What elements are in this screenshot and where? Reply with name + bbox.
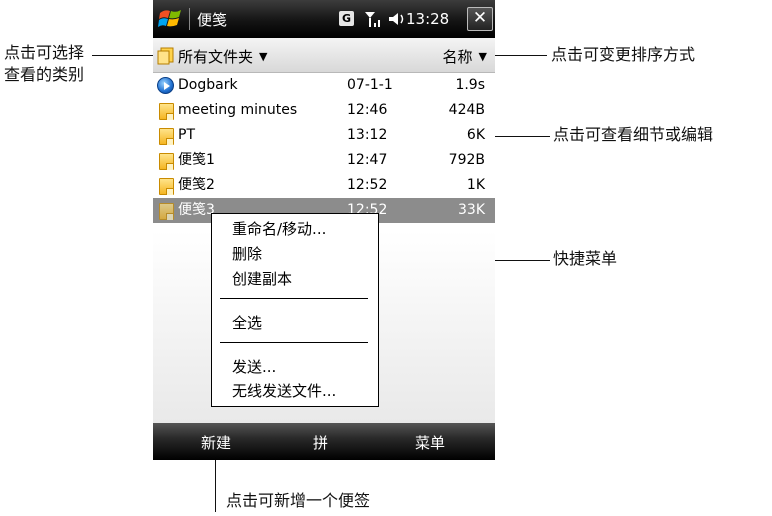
menu-item-copy[interactable]: 创建副本 <box>232 268 292 290</box>
callout-new: 点击可新增一个便签 <box>226 491 371 510</box>
folder-dropdown-arrow-icon: ▼ <box>259 49 268 63</box>
file-row-note1[interactable]: 便笺1 12:47 792B <box>153 148 495 173</box>
callout-folder-line <box>92 55 154 56</box>
callout-folder-line1: 点击可选择 <box>4 43 85 62</box>
file-name: PT <box>178 127 195 143</box>
windows-start-icon[interactable] <box>157 5 185 33</box>
softkey-menu[interactable]: 菜单 <box>415 432 445 453</box>
media-file-icon <box>157 77 174 94</box>
close-button[interactable]: ✕ <box>467 7 493 31</box>
file-size: 6K <box>466 127 485 143</box>
softkey-new[interactable]: 新建 <box>201 432 231 453</box>
file-row-meeting-minutes[interactable]: meeting minutes 12:46 424B <box>153 98 495 123</box>
callout-folder: 点击可选择 查看的类别 <box>4 42 84 86</box>
menu-separator <box>220 342 368 343</box>
file-size: 1K <box>466 177 485 193</box>
sort-dropdown-arrow-icon: ▼ <box>478 49 487 63</box>
sort-selector-label: 名称 <box>442 47 473 66</box>
file-date: 07-1-1 <box>347 77 393 93</box>
app-title: 便笺 <box>197 11 228 29</box>
folder-selector[interactable]: 所有文件夹 ▼ <box>157 45 267 67</box>
note-icon <box>157 177 174 195</box>
file-name: Dogbark <box>178 77 238 93</box>
file-name: meeting minutes <box>178 102 298 118</box>
title-bar: 便笺 G 13:28 ✕ <box>153 0 495 38</box>
menu-separator <box>220 298 368 299</box>
sort-selector[interactable]: 名称 ▼ <box>443 45 487 67</box>
file-date: 12:52 <box>347 177 388 193</box>
softkey-bar: 新建 拼 菜单 <box>153 423 495 460</box>
file-row-dogbark[interactable]: Dogbark 07-1-1 1.9s <box>153 73 495 98</box>
note-icon <box>157 102 174 120</box>
file-date: 12:47 <box>347 152 388 168</box>
context-menu: 重命名/移动... 删除 创建副本 全选 发送... 无线发送文件... <box>211 213 379 407</box>
folder-icon <box>157 47 174 65</box>
network-g-icon[interactable]: G <box>339 11 354 26</box>
file-size: 1.9s <box>455 77 485 93</box>
softkey-input-panel[interactable]: 拼 <box>313 432 328 453</box>
folder-selector-label: 所有文件夹 <box>178 47 254 66</box>
menu-item-delete[interactable]: 删除 <box>232 243 262 265</box>
note-icon <box>157 152 174 170</box>
callout-context-menu: 快捷菜单 <box>553 249 618 268</box>
volume-icon[interactable] <box>387 10 407 28</box>
note-icon <box>157 202 174 220</box>
callout-details: 点击可查看细节或编辑 <box>553 125 714 144</box>
file-size: 424B <box>448 102 485 118</box>
file-date: 13:12 <box>347 127 388 143</box>
file-date: 12:46 <box>347 102 388 118</box>
list-header-bar: 所有文件夹 ▼ 名称 ▼ <box>153 38 495 73</box>
callout-sort: 点击可变更排序方式 <box>551 45 696 64</box>
file-size: 33K <box>458 202 485 218</box>
callout-folder-line2: 查看的类别 <box>4 65 85 84</box>
menu-item-rename-move[interactable]: 重命名/移动... <box>232 218 326 240</box>
note-icon <box>157 127 174 145</box>
file-name: 便笺1 <box>178 152 215 168</box>
menu-item-send[interactable]: 发送... <box>232 356 276 378</box>
file-name: 便笺3 <box>178 202 215 218</box>
menu-item-beam[interactable]: 无线发送文件... <box>232 380 336 402</box>
file-row-note2[interactable]: 便笺2 12:52 1K <box>153 173 495 198</box>
file-name: 便笺2 <box>178 177 215 193</box>
callout-sort-line <box>494 55 547 56</box>
menu-item-select-all[interactable]: 全选 <box>232 312 262 334</box>
title-separator <box>189 8 190 30</box>
file-row-pt[interactable]: PT 13:12 6K <box>153 123 495 148</box>
signal-strength-icon[interactable] <box>363 9 383 29</box>
pocket-pc-screen: 便笺 G 13:28 ✕ 所有文件夹 ▼ 名称 ▼ Dogbark 07-1-1… <box>153 0 495 460</box>
clock-time[interactable]: 13:28 <box>406 10 449 28</box>
file-size: 792B <box>448 152 485 168</box>
